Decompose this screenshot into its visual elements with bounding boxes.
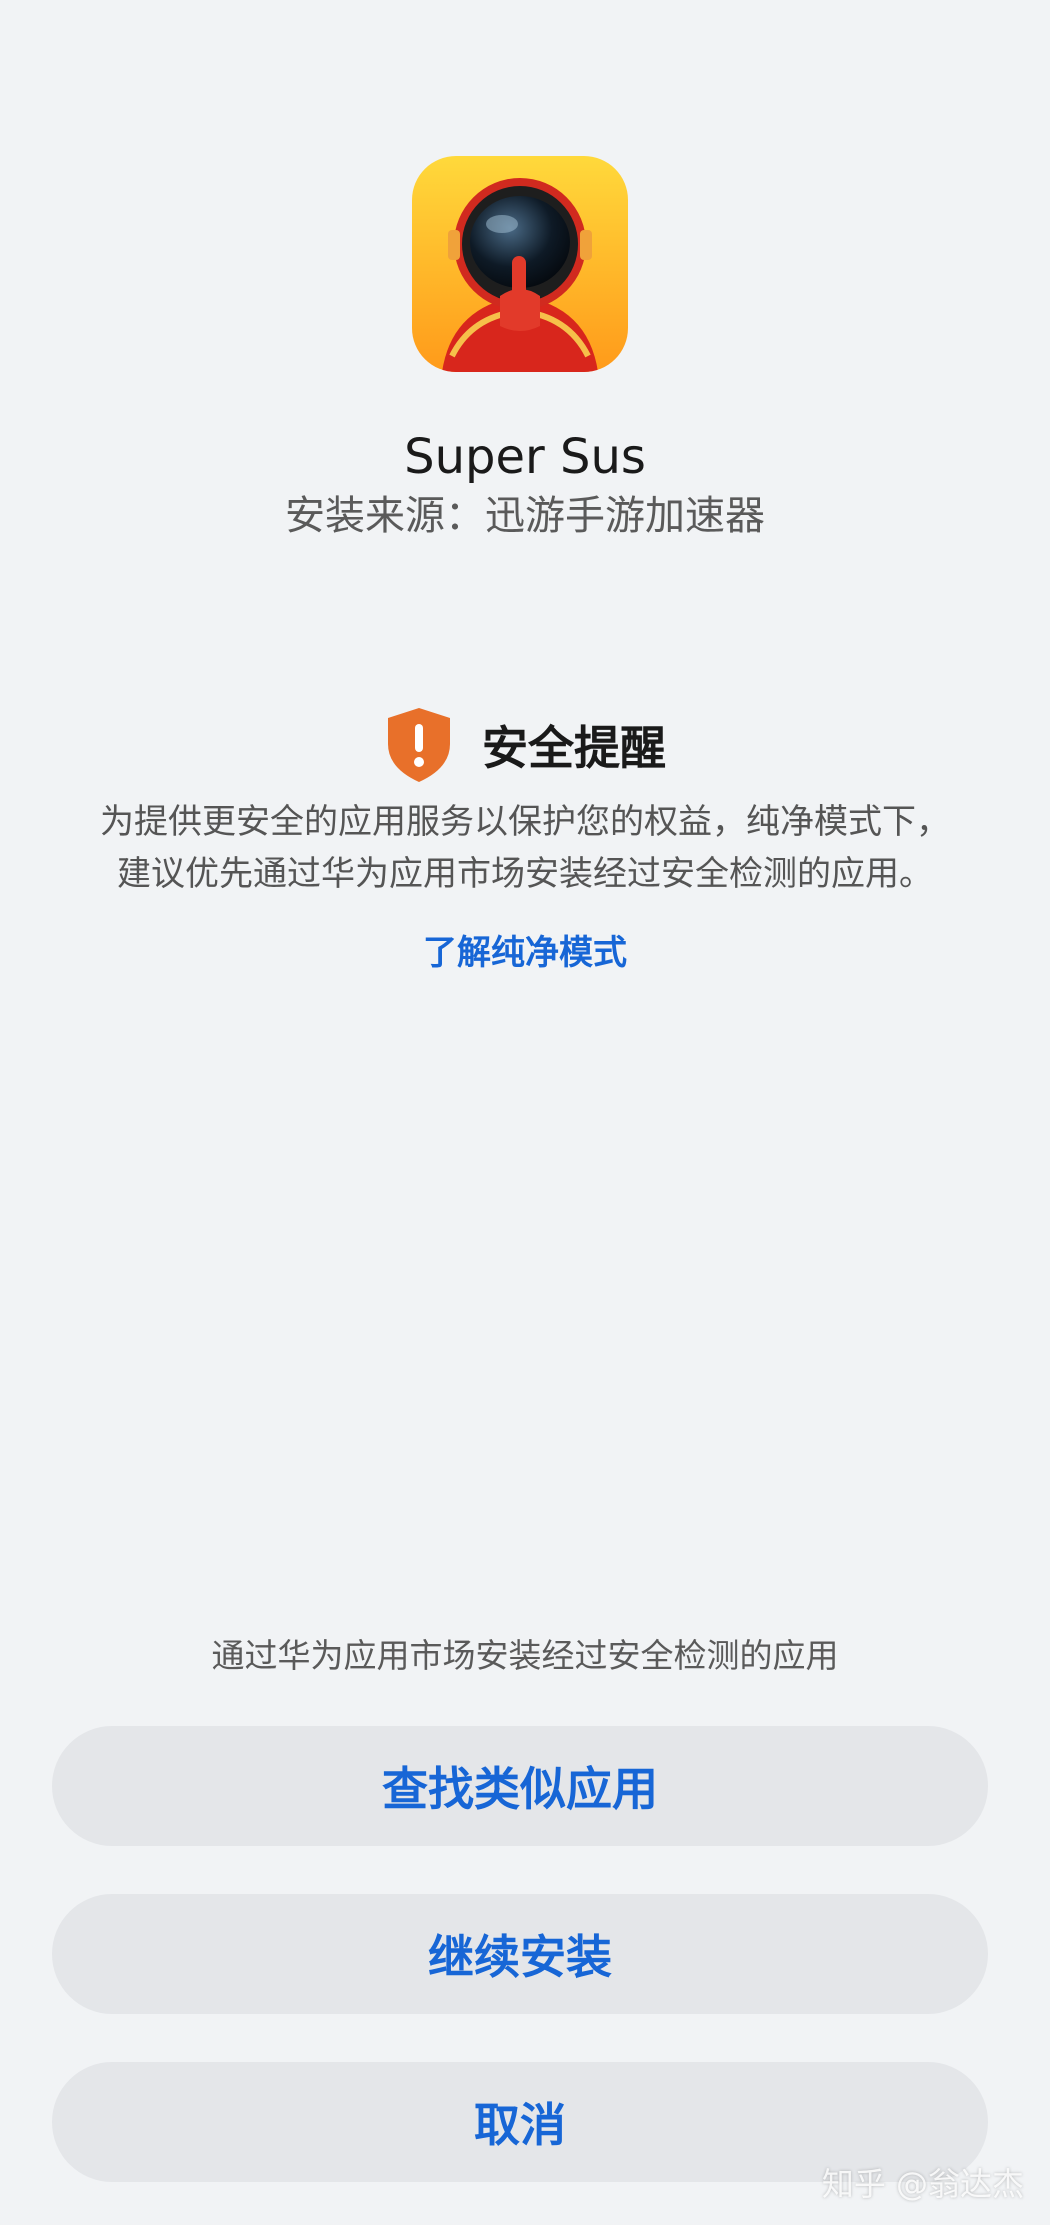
warning-message-line-1: 为提供更安全的应用服务以保护您的权益，纯净模式下，: [100, 802, 950, 842]
warning-message: 为提供更安全的应用服务以保护您的权益，纯净模式下， 建议优先通过华为应用市场安装…: [40, 796, 1010, 900]
install-hint: 通过华为应用市场安装经过安全检测的应用: [211, 1636, 839, 1675]
install-source: 安装来源：迅游手游加速器: [285, 493, 765, 539]
warning-message-line-2: 建议优先通过华为应用市场安装经过安全检测的应用。: [117, 854, 933, 894]
app-name: Super Sus: [404, 429, 646, 485]
watermark: 知乎 @翁达杰: [821, 2165, 1024, 2203]
app-icon: [412, 156, 628, 372]
warning-header: 安全提醒: [0, 705, 1050, 785]
learn-pure-mode-link[interactable]: 了解纯净模式: [0, 925, 1050, 981]
shield-exclamation-icon: [388, 708, 450, 782]
find-similar-apps-button[interactable]: 查找类似应用: [52, 1726, 988, 1846]
warning-title: 安全提醒: [482, 721, 666, 775]
continue-install-button[interactable]: 继续安装: [52, 1894, 988, 2014]
